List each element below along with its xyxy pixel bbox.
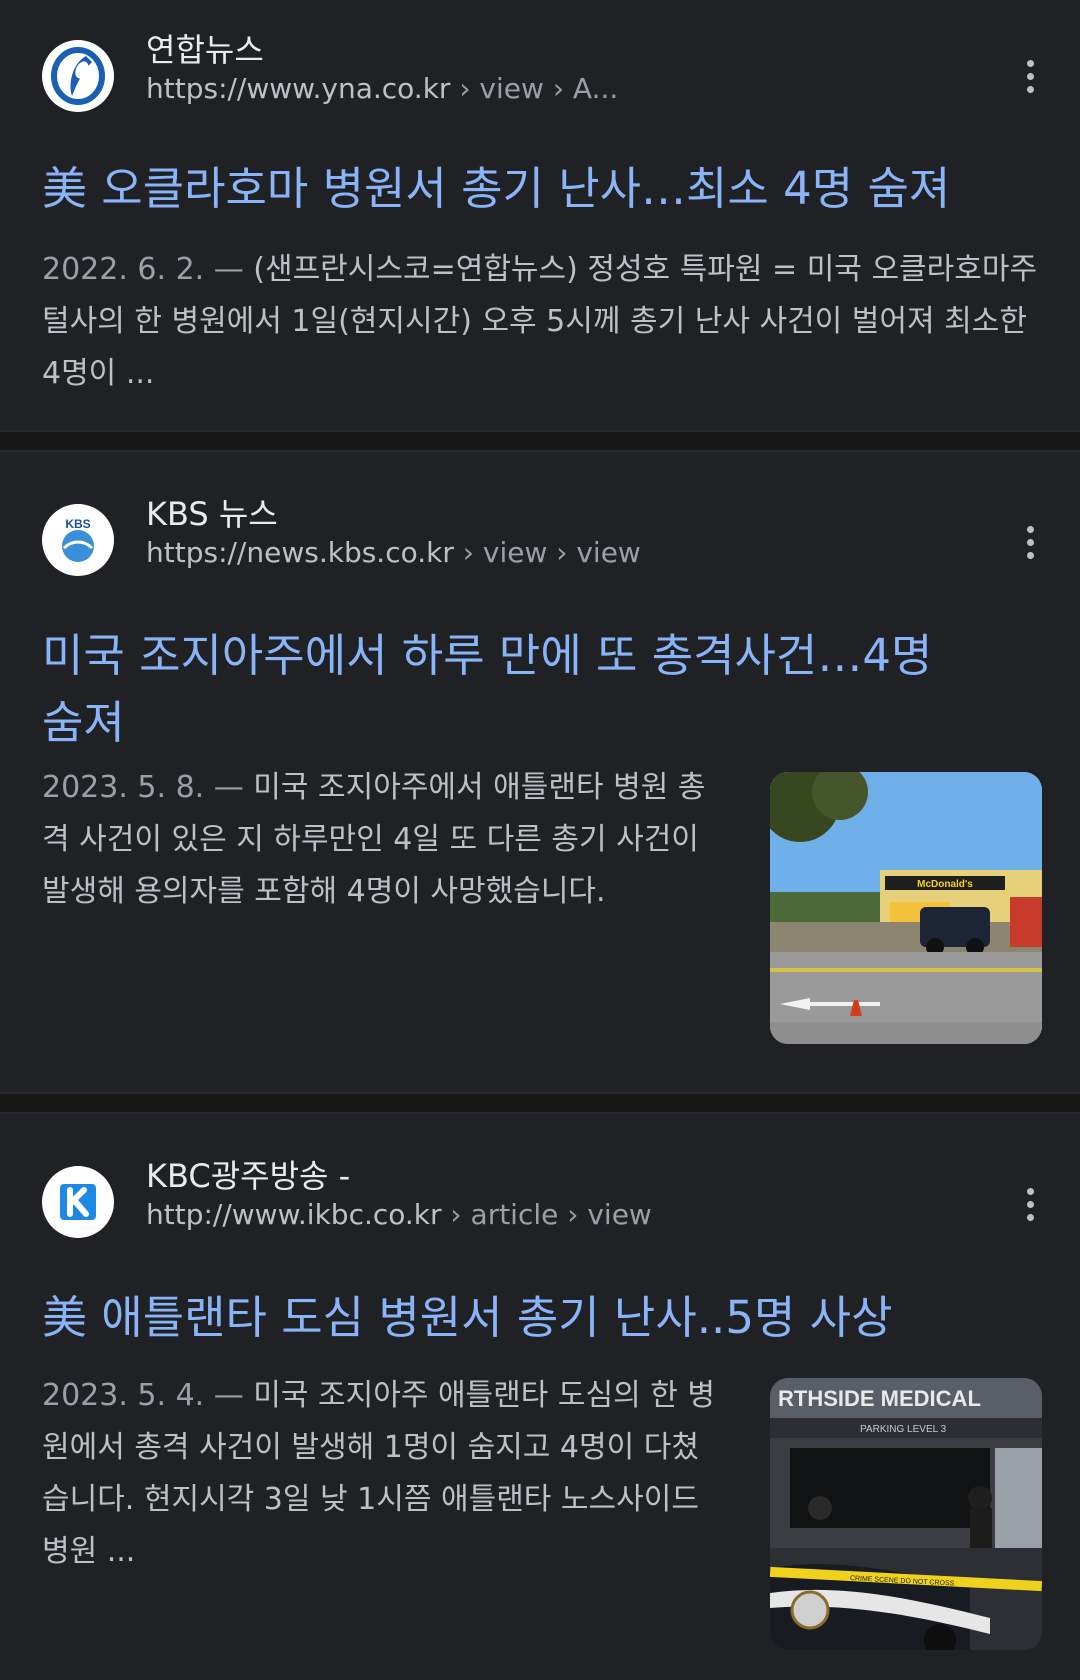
url-base: http://www.ikbc.co.kr	[146, 1198, 442, 1231]
result-header[interactable]: KBS	[42, 504, 114, 576]
result-snippet: 2023. 5. 4. — 미국 조지아주 애틀랜타 도심의 한 병원에서 총격…	[42, 1370, 722, 1578]
result-title[interactable]: 美 애틀랜타 도심 병원서 총기 난사..5명 사상	[42, 1284, 1020, 1351]
svg-text:RTHSIDE MEDICAL: RTHSIDE MEDICAL	[778, 1386, 981, 1411]
result-thumbnail[interactable]: RTHSIDE MEDICAL PARKING LEVEL 3 CRIME SC…	[770, 1378, 1042, 1650]
result-separator	[0, 1092, 1080, 1114]
result-snippet: 2022. 6. 2. — (샌프란시스코=연합뉴스) 정성호 특파원 = 미국…	[42, 244, 1040, 400]
more-options-icon[interactable]	[1010, 1174, 1050, 1234]
more-options-icon[interactable]	[1010, 512, 1050, 572]
result-date: 2023. 5. 4. —	[42, 1378, 254, 1413]
site-name[interactable]: KBC광주방송 -	[146, 1156, 652, 1196]
site-url[interactable]: http://www.ikbc.co.kr › article › view	[146, 1196, 652, 1234]
url-breadcrumb: › view › view	[453, 536, 641, 569]
search-result-2: KBS KBS 뉴스 https://news.kbs.co.kr › view…	[0, 452, 1080, 1092]
search-result-1: 연합뉴스 https://www.yna.co.kr › view › A...…	[0, 0, 1080, 430]
result-title[interactable]: 미국 조지아주에서 하루 만에 또 총격사건…4명 숨져	[42, 622, 950, 756]
result-date: 2023. 5. 8. —	[42, 770, 254, 805]
url-breadcrumb: › view › A...	[450, 72, 619, 105]
result-snippet: 2023. 5. 8. — 미국 조지아주에서 애틀랜타 병원 총격 사건이 있…	[42, 762, 722, 918]
more-options-icon[interactable]	[1010, 46, 1050, 106]
kbc-logo-icon	[42, 1166, 114, 1238]
result-thumbnail[interactable]: McDonald's	[770, 772, 1042, 1044]
result-title[interactable]: 美 오클라호마 병원서 총기 난사…최소 4명 숨져	[42, 155, 1020, 222]
result-header[interactable]	[42, 1166, 114, 1238]
search-result-3: KBC광주방송 - http://www.ikbc.co.kr › articl…	[0, 1114, 1080, 1680]
result-separator	[0, 430, 1080, 452]
url-base: https://news.kbs.co.kr	[146, 536, 454, 569]
site-url[interactable]: https://www.yna.co.kr › view › A...	[146, 70, 618, 108]
svg-text:KBS: KBS	[65, 517, 90, 531]
url-base: https://www.yna.co.kr	[146, 72, 451, 105]
svg-text:PARKING LEVEL 3: PARKING LEVEL 3	[860, 1424, 947, 1435]
result-date: 2022. 6. 2. —	[42, 252, 254, 287]
site-url[interactable]: https://news.kbs.co.kr › view › view	[146, 534, 641, 572]
site-name[interactable]: KBS 뉴스	[146, 494, 641, 534]
kbs-logo-icon: KBS	[42, 504, 114, 576]
url-breadcrumb: › article › view	[441, 1198, 652, 1231]
result-header[interactable]	[42, 40, 114, 112]
svg-text:McDonald's: McDonald's	[917, 879, 973, 890]
site-name[interactable]: 연합뉴스	[146, 30, 618, 70]
yonhap-logo-icon	[42, 40, 114, 112]
